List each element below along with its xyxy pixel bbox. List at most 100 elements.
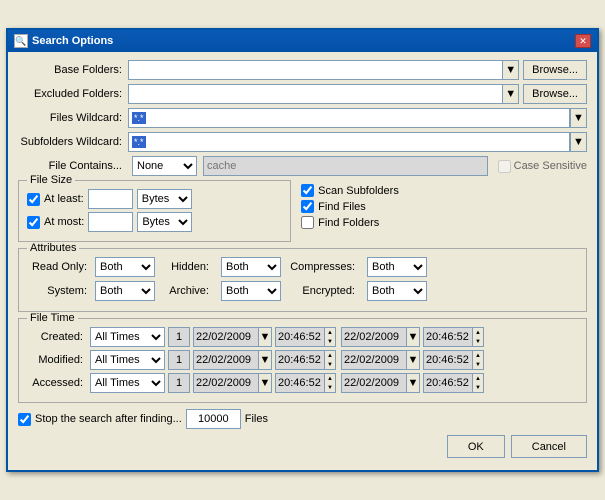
created-time2[interactable] bbox=[423, 327, 473, 347]
accessed-date2[interactable] bbox=[341, 373, 406, 393]
subfolders-wildcard-row: Subfolders Wildcard: *.* ▼ bbox=[18, 132, 587, 152]
accessed-time2[interactable] bbox=[423, 373, 473, 393]
accessed-time1-combo: ▲ ▼ bbox=[275, 373, 336, 393]
hidden-label: Hidden: bbox=[163, 261, 213, 273]
close-button[interactable]: ✕ bbox=[575, 34, 591, 48]
at-most-check[interactable] bbox=[27, 216, 40, 229]
scan-section: Scan Subfolders Find Files Find Folders bbox=[291, 180, 576, 248]
modified-date1[interactable] bbox=[193, 350, 258, 370]
base-folders-input[interactable]: F:\temp bbox=[128, 60, 502, 80]
attributes-title: Attributes bbox=[27, 242, 79, 254]
excluded-folders-arrow[interactable]: ▼ bbox=[502, 84, 519, 104]
file-contains-input[interactable] bbox=[203, 156, 488, 176]
stop-after-label: Stop the search after finding... bbox=[35, 413, 182, 425]
compresses-select[interactable]: BothYesNo bbox=[367, 257, 427, 277]
accessed-date1-combo: ▼ bbox=[193, 373, 272, 393]
case-sensitive-label: Case Sensitive bbox=[498, 160, 587, 173]
at-most-input[interactable]: 50 bbox=[88, 212, 133, 232]
created-num[interactable] bbox=[168, 327, 190, 347]
created-date1-combo: ▼ bbox=[193, 327, 272, 347]
modified-label: Modified: bbox=[27, 354, 87, 366]
find-files-check[interactable] bbox=[301, 200, 314, 213]
modified-date2-combo: ▼ bbox=[339, 350, 420, 370]
accessed-num[interactable] bbox=[168, 373, 190, 393]
created-label: Created: bbox=[27, 331, 87, 343]
created-date1[interactable] bbox=[193, 327, 258, 347]
accessed-date2-arrow[interactable]: ▼ bbox=[406, 373, 420, 393]
hidden-select[interactable]: BothYesNo bbox=[221, 257, 281, 277]
scan-subfolders-check[interactable] bbox=[301, 184, 314, 197]
at-least-unit[interactable]: BytesKBMBGB bbox=[137, 189, 192, 209]
modified-date1-arrow[interactable]: ▼ bbox=[258, 350, 272, 370]
files-label: Files bbox=[245, 413, 268, 425]
accessed-label: Accessed: bbox=[27, 377, 87, 389]
accessed-select[interactable]: All TimesBeforeAfterBetween bbox=[90, 373, 165, 393]
modified-date2-arrow[interactable]: ▼ bbox=[406, 350, 420, 370]
encrypted-select[interactable]: BothYesNo bbox=[367, 281, 427, 301]
file-contains-select[interactable]: None Text Hex bbox=[132, 156, 197, 176]
find-folders-check[interactable] bbox=[301, 216, 314, 229]
created-time1-spin[interactable]: ▲ ▼ bbox=[324, 327, 336, 347]
base-folders-browse[interactable]: Browse... bbox=[523, 60, 587, 80]
subfolders-wildcard-arrow[interactable]: ▼ bbox=[570, 132, 587, 152]
created-date2-arrow[interactable]: ▼ bbox=[406, 327, 420, 347]
file-time-title: File Time bbox=[27, 312, 78, 324]
attr-row-1: Read Only: BothYesNo Hidden: BothYesNo C… bbox=[27, 257, 578, 277]
dialog-icon: 🔍 bbox=[14, 34, 28, 48]
accessed-time1-spin[interactable]: ▲ ▼ bbox=[324, 373, 336, 393]
base-folders-combo: F:\temp ▼ bbox=[128, 60, 519, 80]
subfolders-wildcard-box[interactable]: *.* bbox=[128, 132, 570, 152]
created-date2[interactable] bbox=[341, 327, 406, 347]
excluded-folders-row: Excluded Folders: ▼ Browse... bbox=[18, 84, 587, 104]
at-least-row: At least: 20 BytesKBMBGB bbox=[27, 189, 282, 209]
title-bar: 🔍 Search Options ✕ bbox=[8, 30, 597, 52]
archive-label: Archive: bbox=[163, 285, 213, 297]
file-size-section: File Size At least: 20 BytesKBMBGB At mo… bbox=[18, 180, 291, 242]
files-wildcard-arrow[interactable]: ▼ bbox=[570, 108, 587, 128]
at-most-unit[interactable]: BytesKBMBGB bbox=[137, 212, 192, 232]
created-time2-spin[interactable]: ▲ ▼ bbox=[472, 327, 484, 347]
modified-time2-combo: ▲ ▼ bbox=[423, 350, 484, 370]
created-select[interactable]: All TimesBeforeAfterBetween bbox=[90, 327, 165, 347]
ok-button[interactable]: OK bbox=[447, 435, 505, 458]
base-folders-label: Base Folders: bbox=[18, 64, 128, 76]
created-time2-combo: ▲ ▼ bbox=[423, 327, 484, 347]
file-time-section: File Time Created: All TimesBeforeAfterB… bbox=[18, 318, 587, 403]
find-folders-row: Find Folders bbox=[301, 216, 576, 229]
accessed-row: Accessed: All TimesBeforeAfterBetween ▼ … bbox=[27, 373, 578, 393]
system-label: System: bbox=[27, 285, 87, 297]
modified-time2[interactable] bbox=[423, 350, 473, 370]
at-least-input[interactable]: 20 bbox=[88, 189, 133, 209]
excluded-folders-combo: ▼ bbox=[128, 84, 519, 104]
files-wildcard-box[interactable]: *.* bbox=[128, 108, 570, 128]
modified-date2[interactable] bbox=[341, 350, 406, 370]
stop-after-check[interactable] bbox=[18, 413, 31, 426]
at-least-check[interactable] bbox=[27, 193, 40, 206]
base-folders-row: Base Folders: F:\temp ▼ Browse... bbox=[18, 60, 587, 80]
attr-row-2: System: BothYesNo Archive: BothYesNo Enc… bbox=[27, 281, 578, 301]
created-time1[interactable] bbox=[275, 327, 325, 347]
excluded-folders-browse[interactable]: Browse... bbox=[523, 84, 587, 104]
modified-time2-spin[interactable]: ▲ ▼ bbox=[472, 350, 484, 370]
cancel-button[interactable]: Cancel bbox=[511, 435, 587, 458]
stop-after-input[interactable] bbox=[186, 409, 241, 429]
modified-time1[interactable] bbox=[275, 350, 325, 370]
case-sensitive-check[interactable] bbox=[498, 160, 511, 173]
subfolders-wildcard-label: Subfolders Wildcard: bbox=[18, 136, 128, 148]
at-least-label: At least: bbox=[44, 193, 84, 205]
base-folders-arrow[interactable]: ▼ bbox=[502, 60, 519, 80]
system-select[interactable]: BothYesNo bbox=[95, 281, 155, 301]
accessed-date1-arrow[interactable]: ▼ bbox=[258, 373, 272, 393]
created-date1-arrow[interactable]: ▼ bbox=[258, 327, 272, 347]
accessed-date1[interactable] bbox=[193, 373, 258, 393]
accessed-time2-spin[interactable]: ▲ ▼ bbox=[472, 373, 484, 393]
read-only-select[interactable]: BothYesNo bbox=[95, 257, 155, 277]
file-size-title: File Size bbox=[27, 174, 75, 186]
modified-num[interactable] bbox=[168, 350, 190, 370]
excluded-folders-input[interactable] bbox=[128, 84, 502, 104]
archive-select[interactable]: BothYesNo bbox=[221, 281, 281, 301]
modified-time1-spin[interactable]: ▲ ▼ bbox=[324, 350, 336, 370]
modified-select[interactable]: All TimesBeforeAfterBetween bbox=[90, 350, 165, 370]
action-buttons: OK Cancel bbox=[18, 435, 587, 462]
accessed-time1[interactable] bbox=[275, 373, 325, 393]
